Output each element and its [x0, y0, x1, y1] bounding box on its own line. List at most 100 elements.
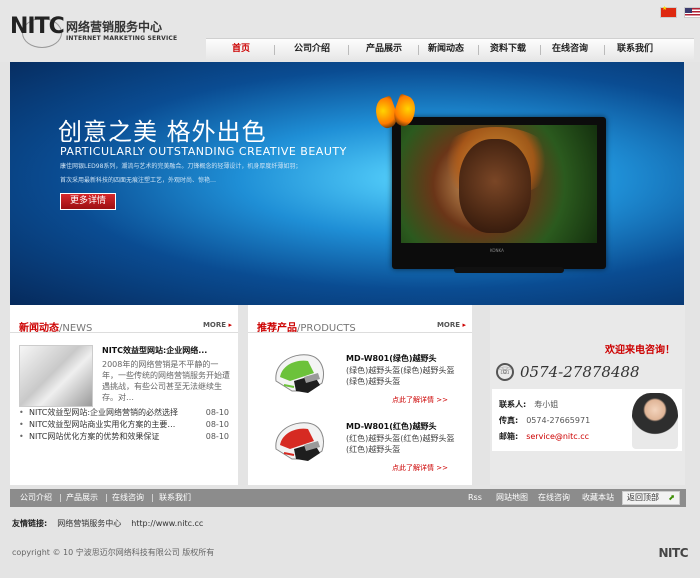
news-feature-description: 2008年的网络营销是不平静的一年，一些传统的网络营销服务开始遭遇挑战，有些公司…	[102, 360, 230, 402]
back-to-top-label: 返回顶部	[627, 493, 659, 502]
products-panel-header: 推荐产品/PRODUCTS MORE ▸	[248, 313, 472, 334]
arrow-right-icon: ▸	[228, 321, 232, 329]
news-list-item[interactable]: • NITC网站优化方案的优势和效果保证 08-10	[19, 431, 233, 443]
friend-links: 友情链接: 网络营销服务中心 http://www.nitc.cc	[12, 518, 203, 529]
footer-link-sitemap[interactable]: 网站地图	[496, 489, 528, 507]
news-list: • NITC效益型网站:企业网络营销的必然选择 08-10 • NITC效益型网…	[19, 407, 233, 443]
contact-email-link[interactable]: service@nitc.cc	[526, 432, 589, 441]
footer-link-consult-right[interactable]: 在线咨询	[538, 489, 570, 507]
news-panel-title: 新闻动态/NEWS	[19, 319, 92, 334]
news-list-item[interactable]: • NITC效益型网站商业实用化方案的主要… 08-10	[19, 419, 233, 431]
us-flag-icon[interactable]	[684, 7, 700, 18]
nav-item-news[interactable]: 新闻动态	[416, 39, 476, 60]
contact-fax-row: 传真: 0574-27665971	[499, 415, 590, 426]
logo-title-cn: 网络营销服务中心	[66, 20, 163, 34]
nav-item-downloads[interactable]: 资料下载	[478, 39, 538, 60]
nav-divider	[348, 45, 349, 55]
banner-title: 创意之美 格外出色	[58, 118, 267, 146]
footer-link-contact[interactable]: 联系我们	[159, 489, 191, 507]
products-title-en: /PRODUCTS	[297, 323, 356, 334]
footer-link-about[interactable]: 公司介绍	[20, 489, 52, 507]
products-more-label: MORE	[436, 321, 461, 329]
banner-desc-line: 康佳网银LED98系列，潮流与艺术的完美融合。刀锋概念的轻薄设计，机身厚度纤薄如…	[60, 163, 302, 170]
product-description: (红色)越野头盔(红色)越野头盔(红色)越野头盔	[346, 434, 455, 454]
contact-panel: 欢迎来电咨询！ ☏ 0574-27878488 联系人: 寿小姐 传真: 0574-…	[490, 305, 685, 485]
news-more-link[interactable]: MORE ▸	[203, 321, 232, 329]
friend-link-item[interactable]: 网络营销服务中心	[57, 519, 121, 528]
banner-subtitle: PARTICULARLY OUTSTANDING CREATIVE BEAUTY	[60, 145, 347, 158]
header: NITC 网络营销服务中心 INTERNET MARKETING SERVICE…	[0, 0, 700, 62]
nav-item-contact[interactable]: 联系我们	[604, 39, 666, 60]
tv-brand-label: KONKA	[490, 248, 504, 253]
welcome-text: 欢迎来电咨询！	[605, 345, 675, 356]
footer-divider	[106, 494, 107, 502]
product-details-link[interactable]: 点此了解详情 >>	[392, 463, 448, 473]
friend-link-item[interactable]: http://www.nitc.cc	[131, 519, 203, 528]
product-details-link[interactable]: 点此了解详情 >>	[392, 395, 448, 405]
phone-number: 0574-27878488	[520, 363, 640, 381]
site-logo[interactable]: NITC 网络营销服务中心 INTERNET MARKETING SERVICE	[10, 14, 182, 48]
news-panel: 新闻动态/NEWS MORE ▸ NITC效益型网站:企业网络... 2008年…	[10, 305, 238, 485]
footer-link-products[interactable]: 产品展示	[66, 489, 98, 507]
banner-desc-line: 首次采用最新科技的四面无痕注塑工艺，外观时尚、惊艳…	[60, 177, 217, 184]
products-more-link[interactable]: MORE ▸	[437, 321, 466, 329]
footer-link-rss[interactable]: Rss	[468, 489, 482, 507]
tv-stand	[454, 267, 564, 273]
product-item: MD-W801(红色)越野头 (红色)越野头盔(红色)越野头盔(红色)越野头盔 …	[248, 419, 472, 481]
green-helmet-image[interactable]	[270, 351, 328, 399]
tv-image: KONKA	[392, 117, 606, 269]
red-helmet-image[interactable]	[270, 419, 328, 467]
logo-title-en: INTERNET MARKETING SERVICE	[66, 35, 178, 42]
contact-fax: 0574-27665971	[526, 416, 591, 425]
hero-banner[interactable]: 创意之美 格外出色 PARTICULARLY OUTSTANDING CREAT…	[10, 62, 684, 305]
customer-service-avatar	[632, 393, 678, 449]
china-flag-icon[interactable]	[660, 5, 677, 18]
news-list-item[interactable]: • NITC效益型网站:企业网络营销的必然选择 08-10	[19, 407, 233, 419]
nav-item-products[interactable]: 产品展示	[354, 39, 414, 60]
news-item-title: NITC效益型网站商业实用化方案的主要…	[29, 420, 176, 429]
news-newspaper-image[interactable]	[19, 345, 93, 407]
nav-item-home[interactable]: 首页	[216, 39, 266, 60]
news-feature-title[interactable]: NITC效益型网站:企业网络...	[102, 345, 232, 356]
phone-icon: ☏	[496, 363, 514, 381]
back-to-top-button[interactable]: 返回顶部 ⬈	[622, 491, 680, 505]
contact-person-row: 联系人: 寿小姐	[499, 399, 558, 410]
logo-mark: NITC	[10, 14, 65, 39]
footer-divider	[60, 494, 61, 502]
contact-email-label: 邮箱:	[499, 432, 519, 441]
contact-fax-label: 传真:	[499, 416, 519, 425]
main-nav: 首页 公司介绍 产品展示 新闻动态 资料下载 在线咨询 联系我们	[206, 38, 694, 60]
product-name[interactable]: MD-W801(绿色)越野头	[346, 353, 437, 364]
nav-divider	[274, 45, 275, 55]
nav-item-about[interactable]: 公司介绍	[282, 39, 342, 60]
product-name[interactable]: MD-W801(红色)越野头	[346, 421, 437, 432]
contact-person-label: 联系人:	[499, 400, 527, 409]
copyright-text: copyright © 10 宁波思迈尔网络科技有限公司 版权所有	[12, 548, 215, 557]
footer-link-bookmark[interactable]: 收藏本站	[582, 489, 614, 507]
bullet-icon: •	[19, 420, 24, 429]
nav-item-consult[interactable]: 在线咨询	[540, 39, 600, 60]
news-title-cn: 新闻动态	[19, 323, 59, 334]
news-title-en: /NEWS	[59, 323, 93, 334]
contact-person: 寿小姐	[534, 400, 559, 409]
products-panel: 推荐产品/PRODUCTS MORE ▸ MD-W801(绿色)越野头 (绿色)…	[248, 305, 472, 485]
contact-email-row: 邮箱: service@nitc.cc	[499, 431, 589, 442]
banner-description: 康佳网银LED98系列，潮流与艺术的完美融合。刀锋概念的轻薄设计，机身厚度纤薄如…	[60, 160, 350, 188]
bullet-icon: •	[19, 432, 24, 441]
arrow-right-icon: ▸	[462, 321, 466, 329]
news-item-title: NITC网站优化方案的优势和效果保证	[29, 432, 160, 441]
bullet-icon: •	[19, 408, 24, 417]
news-item-date: 08-10	[205, 432, 229, 441]
product-item: MD-W801(绿色)越野头 (绿色)越野头盔(绿色)越野头盔(绿色)越野头盔 …	[248, 351, 472, 413]
news-more-label: MORE	[202, 321, 227, 329]
more-details-button[interactable]: 更多详情	[60, 193, 116, 210]
footer-link-consult[interactable]: 在线咨询	[112, 489, 144, 507]
products-title-cn: 推荐产品	[257, 323, 297, 334]
footer-divider	[152, 494, 153, 502]
butterfly-icon	[371, 93, 420, 136]
news-item-title: NITC效益型网站:企业网络营销的必然选择	[29, 408, 179, 417]
footer-nav-bar: 公司介绍 产品展示 在线咨询 联系我们 Rss 网站地图 在线咨询 收藏本站 返…	[10, 489, 686, 507]
tv-screen	[401, 125, 597, 243]
tv-face-shape	[459, 139, 531, 233]
product-description: (绿色)越野头盔(绿色)越野头盔(绿色)越野头盔	[346, 366, 455, 386]
